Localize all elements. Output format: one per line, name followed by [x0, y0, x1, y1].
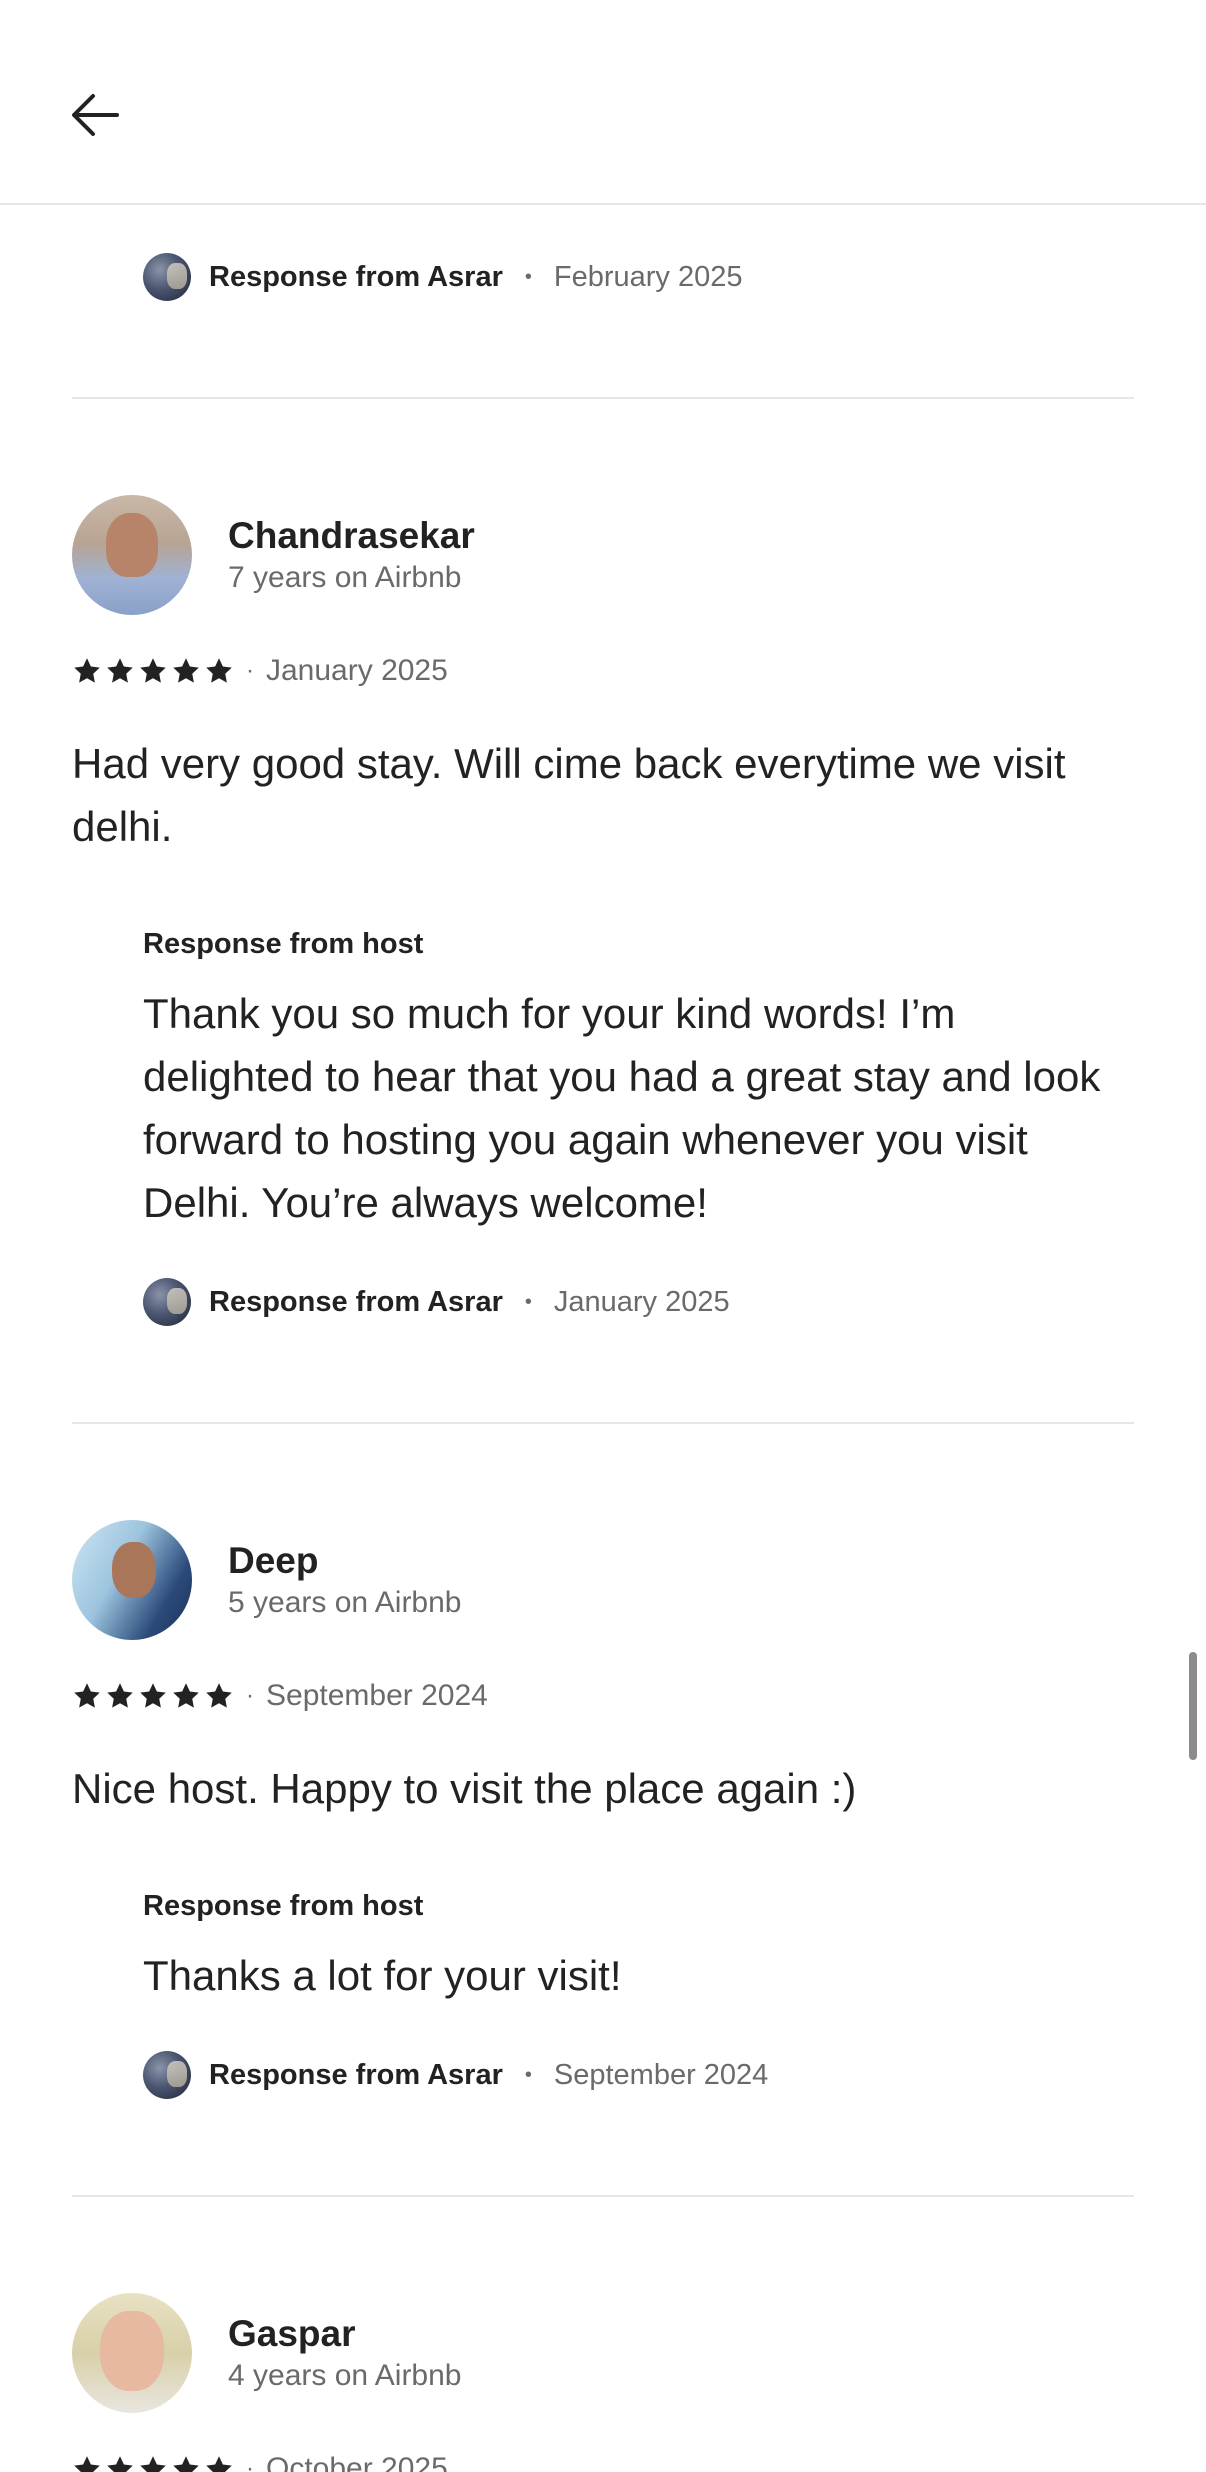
response-date: January 2025 [553, 1285, 730, 1318]
reviewer-name: Deep [228, 1540, 319, 1581]
host-response-footer: Response from Asrar • January 2025 [143, 1276, 730, 1328]
host-response-text: Thanks a lot for your visit! [143, 1952, 622, 1999]
response-name: Response from Asrar [209, 2058, 503, 2091]
star-icon [74, 2456, 100, 2472]
reviews-page: Response from Asrar • February 2025 Chan… [0, 0, 1206, 2472]
star-icon [107, 1683, 133, 1708]
star-icon [206, 658, 232, 683]
back-button[interactable] [60, 80, 130, 150]
reviewer-tenure: 5 years on Airbnb [228, 1586, 462, 1619]
reviewer-avatar[interactable] [72, 1520, 192, 1640]
review-date: October 2025 [266, 2452, 448, 2472]
star-icon [74, 1683, 100, 1708]
star-icon [173, 2456, 199, 2472]
host-response-footer: Response from Asrar • February 2025 [143, 251, 743, 303]
reviewer-header[interactable]: Chandrasekar 7 years on Airbnb [72, 495, 475, 615]
dot-separator: · [246, 1682, 254, 1709]
review-rating: · January 2025 [72, 651, 448, 691]
divider [72, 2195, 1134, 2197]
star-icon [206, 2456, 232, 2472]
response-name: Response from Asrar [209, 1285, 503, 1318]
star-rating [72, 1681, 234, 1711]
bullet-separator: • [524, 2063, 532, 2086]
response-date: September 2024 [553, 2058, 769, 2091]
dot-separator: · [246, 2455, 254, 2472]
host-response-footer: Response from Asrar • September 2024 [143, 2049, 768, 2101]
star-icon [173, 658, 199, 683]
star-icon [107, 658, 133, 683]
response-date: February 2025 [553, 260, 743, 293]
reviewer-tenure: 4 years on Airbnb [228, 2359, 462, 2392]
reviewer-header[interactable]: Gaspar 4 years on Airbnb [72, 2293, 461, 2413]
host-response-label: Response from host [143, 928, 424, 960]
top-bar [0, 0, 1206, 205]
reviewer-name: Chandrasekar [228, 515, 475, 556]
response-name: Response from Asrar [209, 260, 503, 293]
divider [72, 397, 1134, 399]
host-avatar[interactable] [143, 2051, 191, 2099]
host-avatar[interactable] [143, 1278, 191, 1326]
bullet-separator: • [524, 265, 532, 288]
reviewer-avatar[interactable] [72, 495, 192, 615]
review-rating: · October 2025 [72, 2449, 448, 2472]
host-response-text: Thank you so much for your kind words! I… [143, 990, 1101, 1226]
reviewer-name: Gaspar [228, 2313, 356, 2354]
divider [72, 1422, 1134, 1424]
arrow-left-icon [72, 94, 119, 136]
star-icon [107, 2456, 133, 2472]
star-icon [74, 658, 100, 683]
star-icon [206, 1683, 232, 1708]
reviewer-avatar[interactable] [72, 2293, 192, 2413]
host-avatar[interactable] [143, 253, 191, 301]
star-icon [173, 1683, 199, 1708]
star-icon [140, 2456, 166, 2472]
star-rating [72, 2454, 234, 2472]
star-rating [72, 656, 234, 686]
reviewer-tenure: 7 years on Airbnb [228, 561, 462, 594]
review-date: September 2024 [266, 1679, 488, 1712]
review-text: Had very good stay. Will cime back every… [72, 740, 1066, 850]
star-icon [140, 1683, 166, 1708]
review-rating: · September 2024 [72, 1676, 488, 1716]
reviewer-header[interactable]: Deep 5 years on Airbnb [72, 1520, 461, 1640]
dot-separator: · [246, 657, 254, 684]
star-icon [140, 658, 166, 683]
review-date: January 2025 [266, 654, 448, 687]
bullet-separator: • [524, 1290, 532, 1313]
scrollbar-thumb[interactable] [1189, 1652, 1197, 1760]
review-text: Nice host. Happy to visit the place agai… [72, 1765, 857, 1812]
host-response-label: Response from host [143, 1890, 424, 1922]
